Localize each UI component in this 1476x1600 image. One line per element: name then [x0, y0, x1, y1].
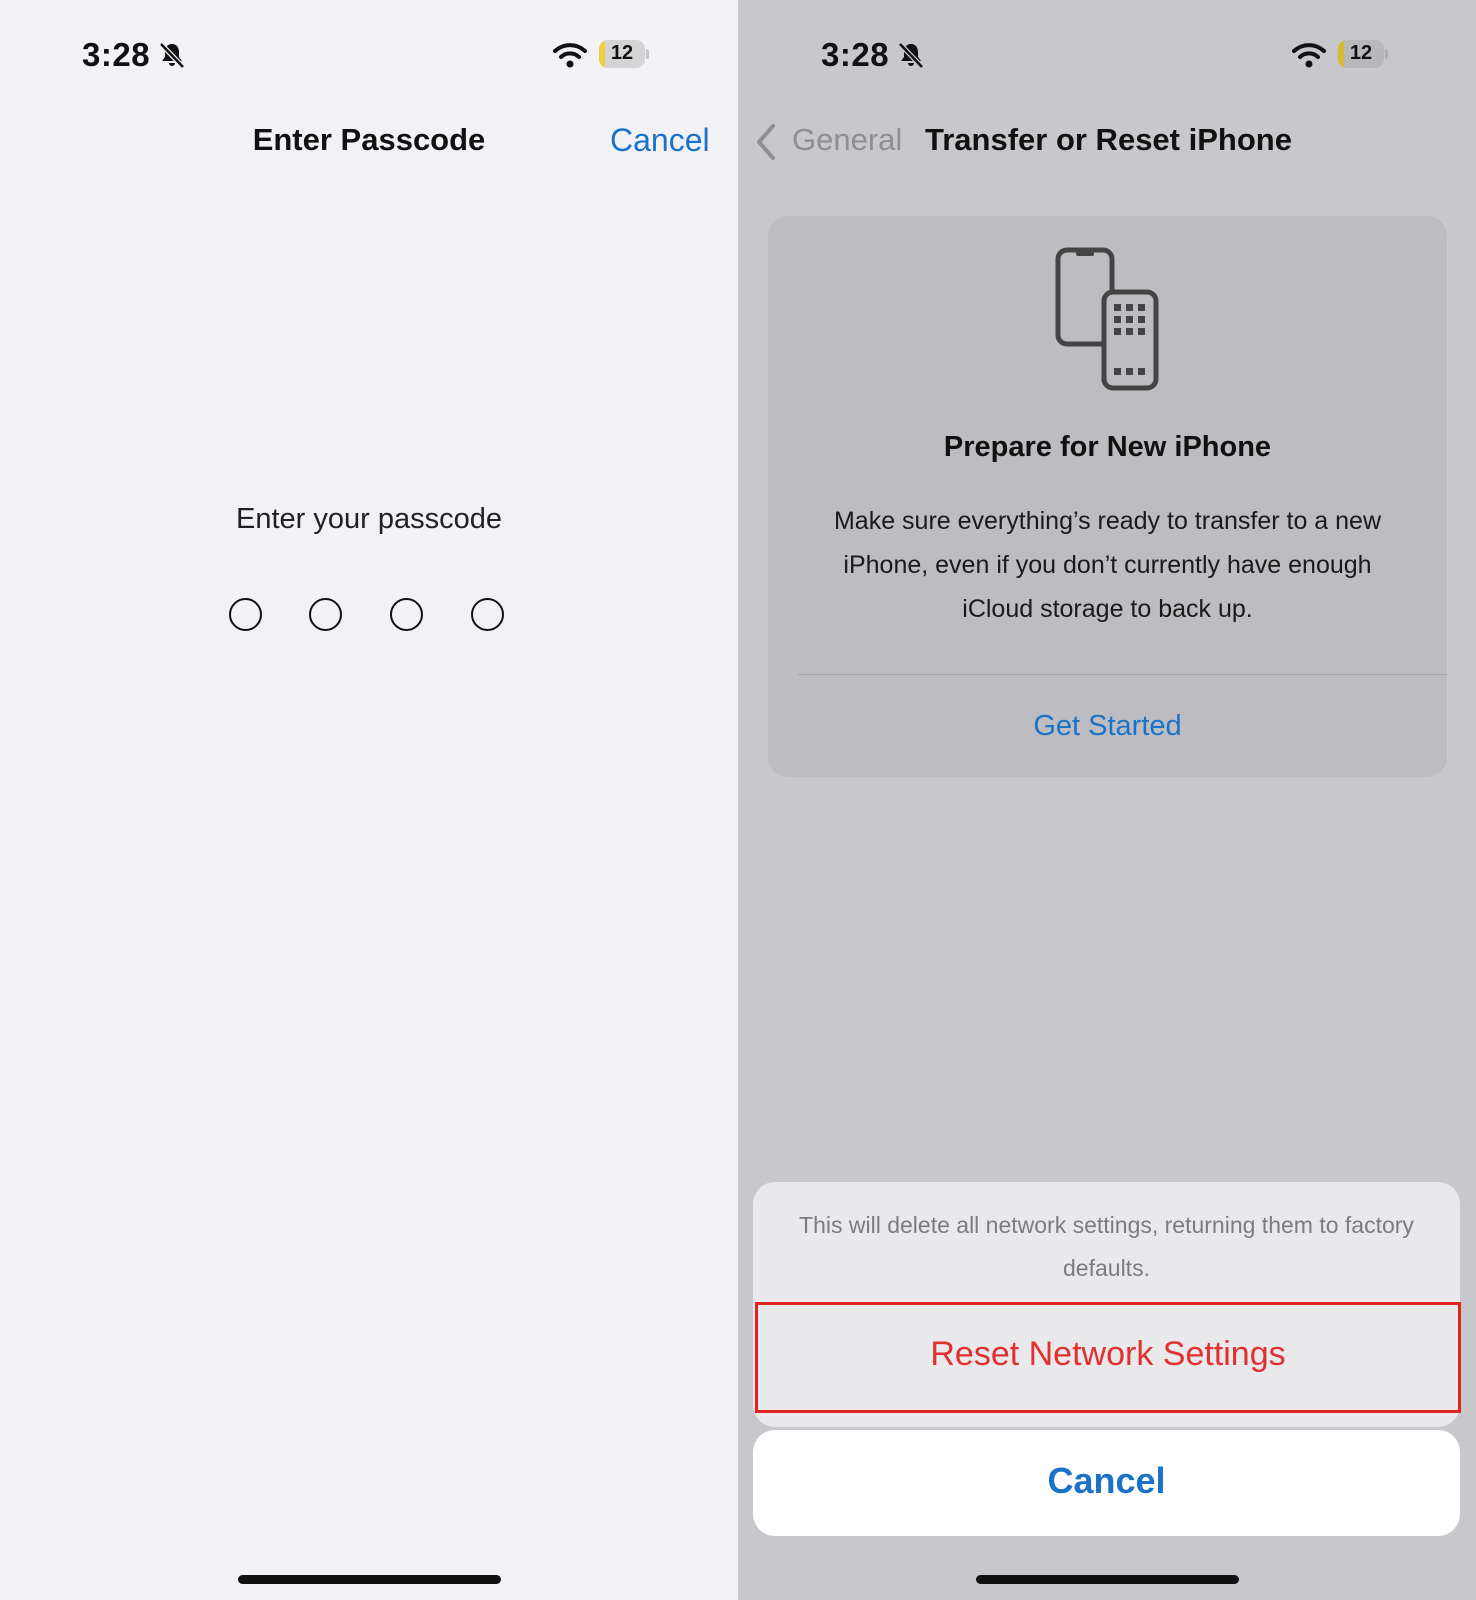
sheet-cancel-button[interactable]: Cancel	[753, 1430, 1460, 1536]
chevron-left-icon[interactable]	[753, 122, 779, 162]
battery-level: 12	[1349, 42, 1373, 64]
home-indicator[interactable]	[976, 1575, 1239, 1584]
transfer-reset-screen: 3:28 12 General Transfer or Reset iPhone	[738, 0, 1476, 1600]
action-sheet-message: This will delete all network settings, r…	[799, 1212, 1414, 1281]
wifi-icon	[553, 43, 587, 68]
bell-slash-icon	[898, 42, 924, 69]
passcode-dot	[309, 598, 342, 631]
prepare-new-iphone-card: Prepare for New iPhone Make sure everyth…	[768, 216, 1447, 777]
sheet-cancel-label: Cancel	[1047, 1460, 1166, 1501]
passcode-prompt: Enter your passcode	[236, 503, 502, 535]
battery-tip	[646, 49, 649, 59]
passcode-dot	[390, 598, 423, 631]
card-description: Make sure everything’s ready to transfer…	[833, 507, 1382, 623]
passcode-dot	[229, 598, 262, 631]
passcode-screen: 3:28 12 Enter Passcode Cancel Enter your…	[0, 0, 738, 1600]
bell-slash-icon	[159, 42, 185, 69]
wifi-icon	[1292, 43, 1326, 68]
battery-level: 12	[610, 42, 634, 64]
reset-network-settings-button[interactable]: Reset Network Settings	[755, 1302, 1461, 1413]
battery-icon: 12	[1338, 40, 1384, 68]
home-indicator[interactable]	[238, 1575, 501, 1584]
status-time: 3:28	[82, 36, 151, 73]
cancel-button[interactable]: Cancel	[610, 122, 710, 159]
back-button[interactable]: General	[792, 122, 902, 158]
card-title: Prepare for New iPhone	[943, 431, 1272, 463]
passcode-dots[interactable]	[229, 598, 509, 638]
battery-tip	[1385, 49, 1388, 59]
page-title: Transfer or Reset iPhone	[925, 122, 1292, 157]
status-time: 3:28	[821, 36, 890, 73]
transfer-phones-icon	[1055, 247, 1159, 391]
battery-icon: 12	[599, 40, 645, 68]
card-divider	[798, 674, 1447, 675]
reset-network-settings-label: Reset Network Settings	[930, 1335, 1286, 1373]
passcode-dot	[471, 598, 504, 631]
get-started-button[interactable]: Get Started	[768, 710, 1447, 743]
